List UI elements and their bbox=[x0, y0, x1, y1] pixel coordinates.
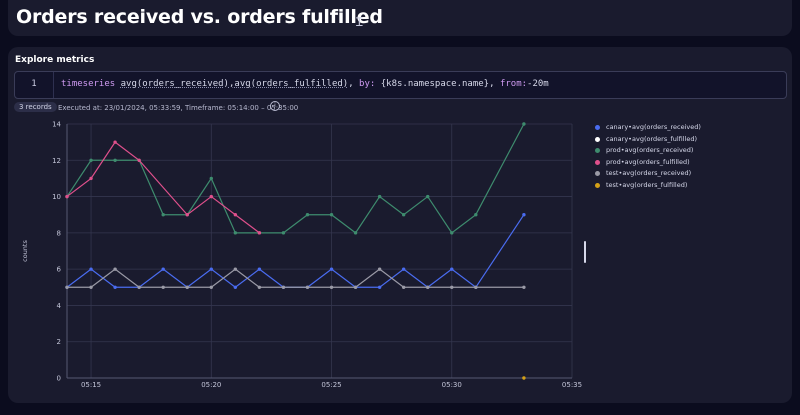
legend-swatch bbox=[595, 136, 600, 142]
title-bar: Orders received vs. orders fulfilled bbox=[8, 0, 792, 36]
legend-item[interactable]: prod•avg(orders_received) bbox=[595, 146, 701, 158]
query-comma: , bbox=[348, 79, 360, 89]
legend-label: test•avg(orders_received) bbox=[606, 169, 692, 177]
line-number: 1 bbox=[15, 72, 54, 98]
legend-swatch bbox=[595, 159, 600, 165]
query-command: timeseries bbox=[61, 79, 116, 89]
page-title: Orders received vs. orders fulfilled bbox=[16, 6, 383, 28]
info-icon[interactable]: i bbox=[270, 101, 280, 111]
legend-swatch bbox=[595, 171, 600, 176]
query-by-keyword: by: bbox=[359, 79, 376, 89]
legend-swatch bbox=[595, 182, 600, 188]
legend-item[interactable]: prod•avg(orders_fulfilled) bbox=[595, 158, 701, 170]
query-by-value: {k8s.namespace.name}, bbox=[375, 79, 500, 89]
legend-swatch bbox=[595, 125, 600, 130]
legend-label: prod•avg(orders_received) bbox=[606, 146, 694, 154]
records-badge: 3 records bbox=[14, 102, 57, 112]
explore-metrics-panel: Explore metrics 1 timeseries avg(orders_… bbox=[8, 47, 792, 403]
query-editor[interactable]: 1 timeseries avg(orders_received),avg(or… bbox=[14, 71, 787, 99]
text-cursor-icon: Ɪ bbox=[356, 15, 363, 29]
legend-label: canary•avg(orders_received) bbox=[606, 123, 701, 131]
query-expression-received: avg(orders_received) bbox=[120, 79, 229, 89]
legend-item[interactable]: test•avg(orders_received) bbox=[595, 169, 701, 181]
legend-swatch bbox=[595, 148, 600, 153]
legend-item[interactable]: canary•avg(orders_fulfilled) bbox=[595, 135, 701, 147]
query-code[interactable]: timeseries avg(orders_received),avg(orde… bbox=[61, 72, 549, 96]
panel-title: Explore metrics bbox=[15, 55, 95, 65]
resize-handle[interactable] bbox=[584, 241, 586, 263]
query-expression-fulfilled: avg(orders_fulfilled) bbox=[234, 79, 349, 89]
legend-label: prod•avg(orders_fulfilled) bbox=[606, 157, 690, 166]
query-from-value: -20m bbox=[527, 79, 549, 89]
execution-info: Executed at: 23/01/2024, 05:33:59, Timef… bbox=[58, 104, 299, 112]
legend-item[interactable]: test•avg(orders_fulfilled) bbox=[595, 181, 701, 193]
legend-label: test•avg(orders_fulfilled) bbox=[606, 180, 688, 189]
legend-label: canary•avg(orders_fulfilled) bbox=[606, 134, 698, 143]
legend-item[interactable]: canary•avg(orders_received) bbox=[595, 123, 701, 135]
chart-legend: canary•avg(orders_received) canary•avg(or… bbox=[595, 123, 701, 192]
query-from-keyword: from: bbox=[499, 79, 528, 89]
